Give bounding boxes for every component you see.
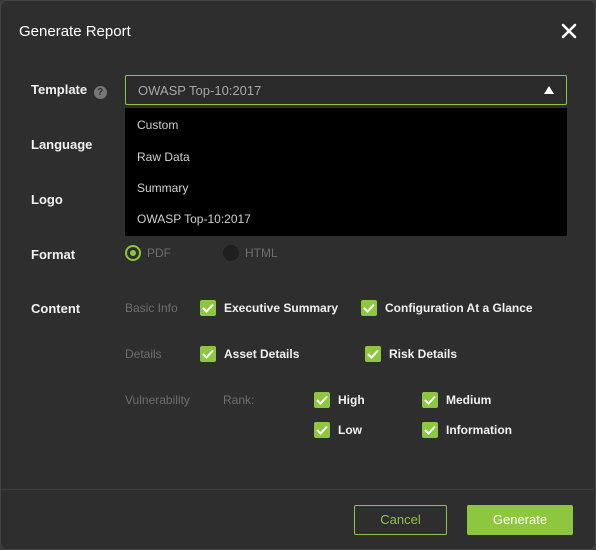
generate-button[interactable]: Generate (467, 505, 573, 535)
checkbox-label: Low (338, 423, 362, 437)
asset-details-checkbox[interactable]: Asset Details (200, 346, 310, 362)
dropdown-option-raw-data[interactable]: Raw Data (137, 150, 190, 164)
format-label: Format (31, 247, 76, 262)
rank-label: Rank: (223, 393, 255, 407)
dialog-title: Generate Report (19, 23, 131, 40)
content-label: Content (31, 301, 81, 316)
dropdown-option-custom[interactable]: Custom (137, 118, 178, 132)
checkbox-checked-icon (314, 422, 330, 438)
footer-divider (1, 489, 596, 490)
cancel-button[interactable]: Cancel (354, 505, 447, 535)
radio-selected-icon (125, 245, 141, 261)
checkbox-checked-icon (200, 300, 216, 316)
language-label: Language (31, 137, 93, 152)
rank-information-checkbox[interactable]: Information (422, 422, 532, 438)
checkbox-checked-icon (200, 346, 216, 362)
checkbox-label: Asset Details (224, 347, 300, 361)
template-select[interactable]: OWASP Top-10:2017 (125, 75, 567, 105)
template-label-row: Template ? (31, 82, 107, 99)
triangle-up-icon (544, 86, 554, 94)
checkbox-label: High (338, 393, 365, 407)
format-pdf-label: PDF (147, 246, 171, 260)
rank-high-checkbox[interactable]: High (314, 392, 384, 408)
configuration-at-a-glance-checkbox[interactable]: Configuration At a Glance (361, 300, 541, 316)
close-icon[interactable] (557, 19, 581, 43)
checkbox-label: Information (446, 423, 512, 437)
checkbox-checked-icon (361, 300, 377, 316)
generate-report-dialog: Generate Report Template ? OWASP Top-10:… (0, 0, 596, 550)
help-icon[interactable]: ? (93, 86, 107, 99)
risk-details-checkbox[interactable]: Risk Details (365, 346, 475, 362)
checkbox-checked-icon (422, 422, 438, 438)
checkbox-checked-icon (422, 392, 438, 408)
template-dropdown-menu: Custom Raw Data Summary OWASP Top-10:201… (125, 108, 567, 236)
details-label: Details (125, 347, 162, 361)
executive-summary-checkbox[interactable]: Executive Summary (200, 300, 340, 316)
template-label: Template (31, 82, 88, 97)
rank-low-checkbox[interactable]: Low (314, 422, 384, 438)
checkbox-checked-icon (314, 392, 330, 408)
dropdown-option-summary[interactable]: Summary (137, 181, 188, 195)
template-selected-value: OWASP Top-10:2017 (138, 83, 262, 98)
format-html-label: HTML (245, 246, 278, 260)
checkbox-label: Executive Summary (224, 301, 339, 315)
logo-label: Logo (31, 192, 63, 207)
radio-unselected-icon (223, 245, 239, 261)
checkbox-label: Medium (446, 393, 492, 407)
basic-info-label: Basic Info (125, 301, 178, 315)
checkbox-checked-icon (365, 346, 381, 362)
checkbox-label: Risk Details (389, 347, 458, 361)
checkbox-label: Configuration At a Glance (385, 301, 533, 315)
dropdown-option-owasp[interactable]: OWASP Top-10:2017 (137, 212, 251, 226)
vulnerability-label: Vulnerability (125, 393, 190, 407)
rank-medium-checkbox[interactable]: Medium (422, 392, 512, 408)
